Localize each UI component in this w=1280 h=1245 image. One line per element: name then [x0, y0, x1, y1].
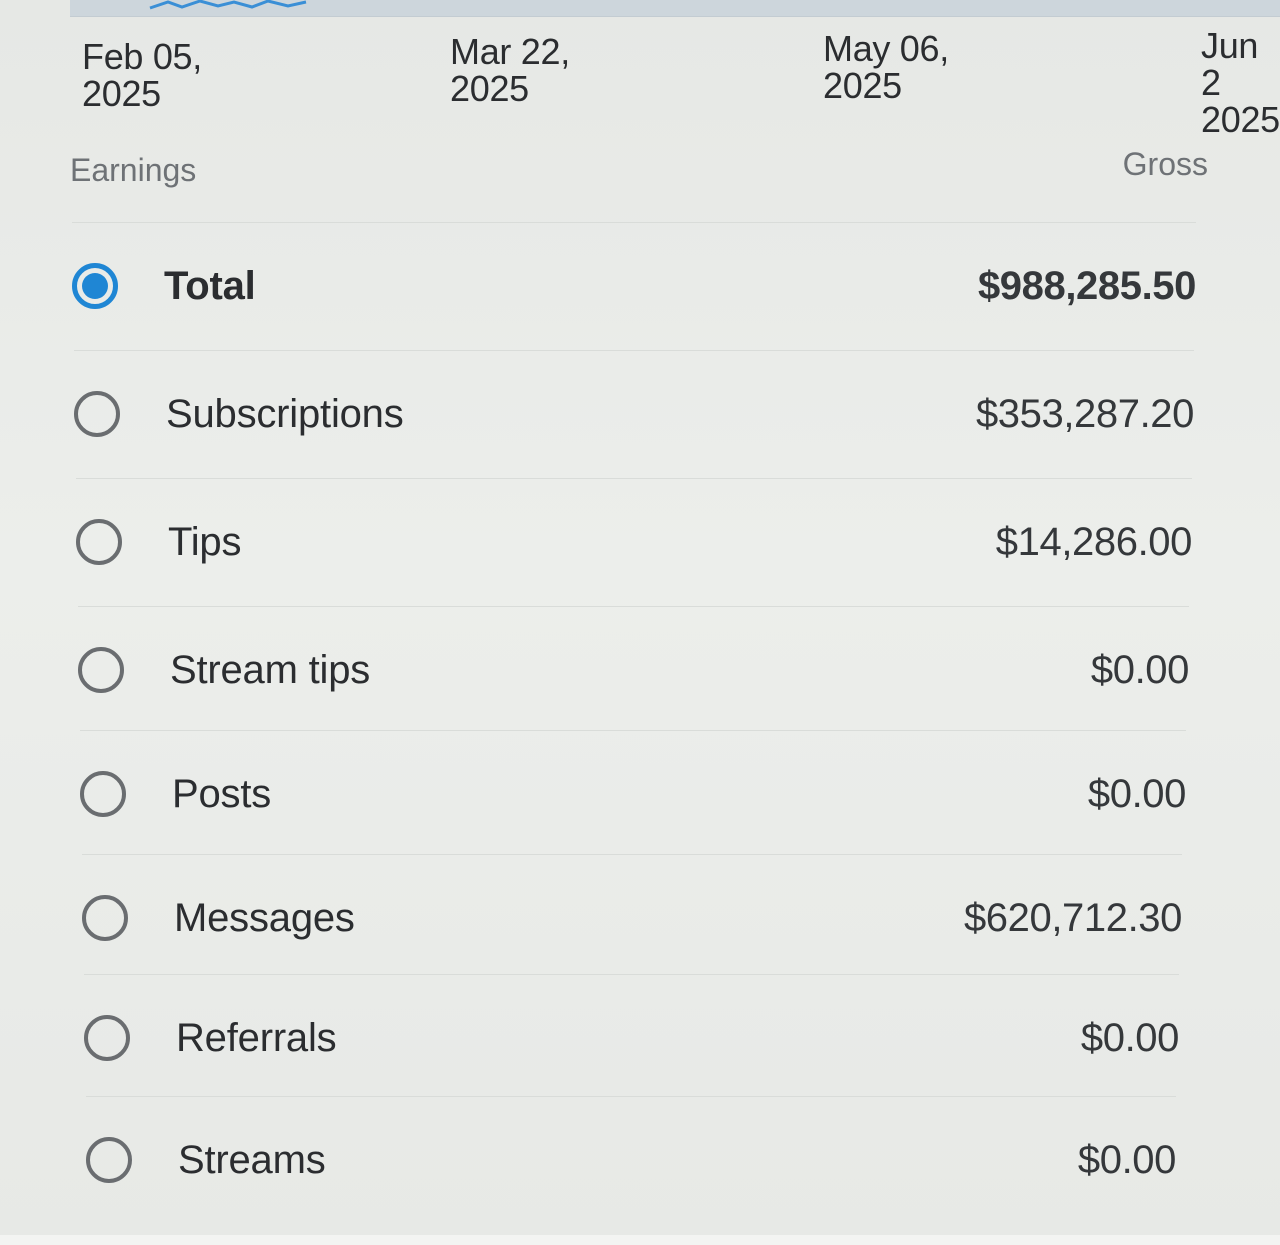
row-label-referrals: Referrals	[176, 1015, 337, 1060]
row-label-tips: Tips	[168, 519, 242, 564]
radio-posts[interactable]	[80, 771, 126, 817]
earnings-row-tips[interactable]: Tips $14,286.00	[76, 478, 1192, 605]
row-amount-referrals: $0.00	[1080, 1015, 1180, 1060]
radio-referrals[interactable]	[84, 1015, 130, 1061]
earnings-row-posts[interactable]: Posts $0.00	[80, 730, 1186, 857]
row-label-streams: Streams	[178, 1137, 326, 1182]
earnings-chart-line	[149, 0, 307, 10]
radio-stream-tips[interactable]	[78, 647, 124, 693]
earnings-row-stream-tips[interactable]: Stream tips $0.00	[78, 606, 1189, 733]
row-amount-tips: $14,286.00	[995, 519, 1193, 564]
row-amount-stream-tips: $0.00	[1090, 647, 1190, 692]
timeline-date-1: Feb 05, 2025	[82, 36, 202, 114]
radio-total[interactable]	[72, 263, 118, 309]
earnings-row-total[interactable]: Total $988,285.50	[72, 222, 1196, 349]
screen-bottom-edge	[0, 1235, 1280, 1245]
timeline-date-4: Jun 2 2025	[1201, 25, 1280, 140]
radio-streams[interactable]	[86, 1137, 132, 1183]
radio-tips[interactable]	[76, 519, 122, 565]
row-label-stream-tips: Stream tips	[170, 647, 371, 692]
row-amount-posts: $0.00	[1087, 771, 1187, 816]
earnings-row-messages[interactable]: Messages $620,712.30	[82, 854, 1182, 981]
row-amount-messages: $620,712.30	[963, 895, 1182, 940]
row-amount-total: $988,285.50	[977, 263, 1196, 308]
row-label-total: Total	[164, 263, 256, 308]
row-label-subscriptions: Subscriptions	[166, 391, 404, 436]
earnings-column-header: Earnings	[70, 152, 197, 188]
chart-area-edge	[70, 0, 1280, 17]
earnings-row-subscriptions[interactable]: Subscriptions $353,287.20	[74, 350, 1194, 477]
row-label-posts: Posts	[172, 771, 272, 816]
earnings-page: Feb 05, 2025 Mar 22, 2025 May 06, 2025 J…	[0, 0, 1280, 1245]
radio-subscriptions[interactable]	[74, 391, 120, 437]
row-amount-streams: $0.00	[1077, 1137, 1177, 1182]
row-label-messages: Messages	[174, 895, 355, 940]
earnings-row-streams[interactable]: Streams $0.00	[86, 1096, 1176, 1223]
timeline-date-2: Mar 22, 2025	[450, 31, 570, 109]
gross-column-header: Gross	[1122, 146, 1208, 182]
timeline-date-3: May 06, 2025	[823, 28, 949, 106]
radio-messages[interactable]	[82, 895, 128, 941]
earnings-row-referrals[interactable]: Referrals $0.00	[84, 974, 1179, 1101]
row-amount-subscriptions: $353,287.20	[975, 391, 1194, 436]
